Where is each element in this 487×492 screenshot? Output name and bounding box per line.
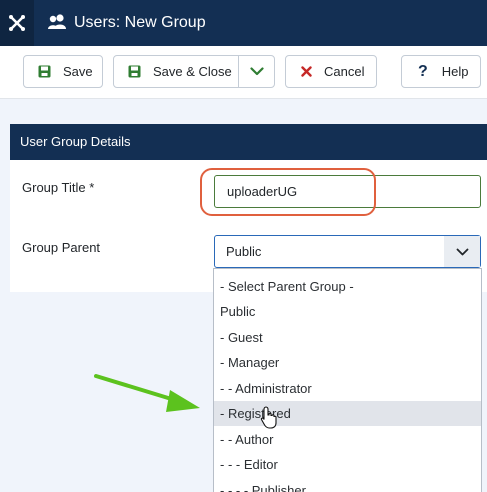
group-parent-select[interactable]: Public: [214, 235, 481, 268]
chevron-down-icon: [250, 67, 264, 76]
user-group-details-card: User Group Details Group Title * uploade…: [10, 124, 487, 292]
save-close-label: Save & Close: [153, 64, 232, 79]
highlight-annotation: [200, 168, 376, 216]
save-label: Save: [63, 64, 93, 79]
chevron-down-icon[interactable]: [444, 236, 480, 267]
help-button[interactable]: ? Help: [401, 55, 481, 88]
question-mark-icon: ?: [418, 62, 428, 80]
dropdown-option[interactable]: Public: [214, 299, 481, 324]
group-title-label: Group Title *: [22, 180, 95, 195]
group-parent-options-list[interactable]: - Select Parent Group - Public - Guest -…: [213, 268, 482, 492]
section-title: User Group Details: [10, 124, 487, 160]
dropdown-option[interactable]: - - Administrator: [214, 376, 481, 401]
joomla-logo-icon[interactable]: [0, 0, 34, 46]
arrow-annotation-icon: [94, 374, 200, 412]
dropdown-option[interactable]: - Guest: [214, 325, 481, 350]
users-icon: [47, 13, 67, 36]
dropdown-option[interactable]: - - - Editor: [214, 452, 481, 477]
toolbar: Save Save & Close Cancel ? Help: [0, 46, 487, 99]
cancel-label: Cancel: [324, 64, 365, 79]
save-icon: [38, 65, 51, 78]
dropdown-option[interactable]: - - - - Publisher: [214, 478, 481, 492]
header-bar: Users: New Group: [0, 0, 487, 46]
group-parent-label: Group Parent: [22, 240, 101, 255]
cancel-button[interactable]: Cancel: [285, 55, 377, 88]
mouse-pointer-icon: [260, 406, 277, 429]
group-parent-selected-value: Public: [226, 244, 262, 259]
save-options-dropdown-button[interactable]: [239, 56, 275, 87]
save-button[interactable]: Save: [23, 55, 103, 88]
save-close-button[interactable]: Save & Close: [113, 55, 275, 88]
close-icon: [301, 66, 312, 77]
help-label: Help: [441, 64, 469, 79]
dropdown-option[interactable]: - Select Parent Group -: [214, 274, 481, 299]
page-title: Users: New Group: [74, 14, 206, 31]
save-icon: [128, 65, 141, 78]
dropdown-option-highlighted[interactable]: - Registered: [214, 401, 481, 426]
dropdown-option[interactable]: - - Author: [214, 427, 481, 452]
dropdown-option[interactable]: - Manager: [214, 350, 481, 375]
